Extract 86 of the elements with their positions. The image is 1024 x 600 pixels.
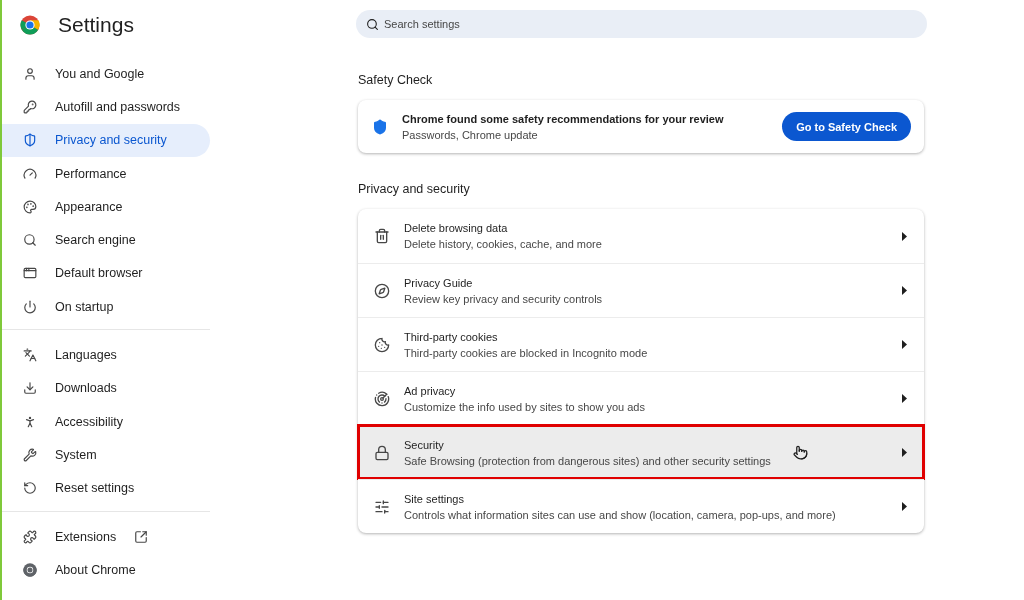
sidebar-label: Appearance: [55, 199, 123, 214]
settings-row[interactable]: Third-party cookies Third-party cookies are blocked in Incognito mode: [358, 317, 924, 371]
chrome-logo-icon: [23, 562, 37, 577]
caret-icon: [902, 340, 908, 349]
external-link-icon: [134, 529, 149, 544]
sidebar-item[interactable]: Performance: [2, 156, 210, 191]
sidebar-item[interactable]: Search engine: [2, 223, 210, 257]
caret-icon: [902, 448, 908, 457]
sidebar-label: Languages: [55, 348, 117, 362]
sidebar-item[interactable]: On startup: [2, 290, 210, 324]
caret-icon: [902, 286, 908, 295]
row-subtitle: Safe Browsing (protection from dangerous sites) and other security settings: [404, 454, 772, 467]
key-icon: [23, 99, 37, 114]
sidebar-item[interactable]: Accessibility: [2, 404, 210, 439]
row-title: Ad privacy: [404, 384, 457, 397]
sidebar-item[interactable]: Reset settings: [2, 471, 210, 505]
row-title: Privacy Guide: [404, 276, 474, 289]
sidebar-item[interactable]: Downloads: [2, 371, 210, 405]
row-subtitle: Delete history, cookies, cache, and more: [404, 238, 603, 250]
section-heading: Safety Check: [358, 73, 434, 87]
sidebar-label: Accessibility: [55, 414, 124, 429]
wrench-icon: [23, 447, 37, 462]
power-icon: [23, 299, 37, 314]
sliders-icon: [374, 498, 390, 515]
sidebar-item[interactable]: Default browser: [2, 256, 210, 291]
sidebar-label: Search engine: [55, 233, 136, 248]
sidebar-label: Extensions: [55, 529, 117, 544]
sidebar-item[interactable]: Extensions: [2, 519, 210, 554]
sidebar-label: System: [55, 447, 97, 462]
sidebar-label: On startup: [55, 299, 114, 314]
shield-icon: [23, 133, 37, 148]
section-heading: Privacy and security: [358, 182, 471, 196]
row-subtitle: Controls what information sites can use and show (location, camera, pop-ups, and more): [404, 508, 837, 521]
sidebar-label: You and Google: [55, 66, 145, 81]
sidebar-label: Performance: [55, 166, 127, 181]
safety-title: Chrome found some safety recommendations for your review: [402, 112, 725, 125]
palette-icon: [23, 199, 37, 214]
sidebar-item[interactable]: You and Google: [2, 57, 210, 91]
hand-cursor-icon: [793, 445, 808, 460]
translate-icon: [23, 348, 37, 362]
search-icon: [366, 17, 379, 31]
sidebar-label: About Chrome: [55, 562, 136, 577]
window-icon: [23, 266, 37, 281]
page-title: Settings: [58, 13, 134, 37]
row-title: Site settings: [404, 492, 465, 505]
gauge-icon: [23, 166, 37, 181]
sidebar-label: Autofill and passwords: [55, 99, 181, 114]
caret-icon: [902, 394, 908, 403]
person-icon: [23, 66, 37, 81]
search-field[interactable]: Search settings: [356, 10, 927, 38]
safety-check-button[interactable]: Go to Safety Check: [782, 112, 911, 141]
sidebar-label: Downloads: [55, 381, 117, 396]
caret-icon: [902, 231, 908, 241]
row-title: Delete browsing data: [404, 222, 509, 234]
row-title: Third-party cookies: [404, 330, 499, 343]
lock-icon: [374, 444, 390, 461]
sidebar-item[interactable]: Privacy and security: [2, 123, 210, 157]
settings-row[interactable]: Privacy Guide Review key privacy and security controls: [358, 263, 924, 317]
shield-icon: [372, 118, 388, 135]
settings-row[interactable]: Security Safe Browsing (protection from dangerous sites) and other security settings: [358, 425, 924, 479]
radar-icon: [374, 390, 390, 407]
settings-row[interactable]: Site settings Controls what information sites can use and show (location, camera, pop-ups, and more): [358, 479, 924, 533]
settings-row[interactable]: Delete browsing data Delete history, cookies, cache, and more: [358, 209, 924, 263]
row-title: Security: [404, 438, 445, 451]
sidebar-item[interactable]: About Chrome: [2, 553, 210, 587]
puzzle-icon: [23, 529, 37, 544]
cookie-icon: [374, 336, 390, 353]
chrome-logo-icon: [20, 15, 40, 35]
row-subtitle: Third-party cookies are blocked in Incognito mode: [404, 346, 649, 359]
search-icon: [23, 233, 37, 248]
sidebar-label: Default browser: [55, 266, 143, 281]
sidebar-item[interactable]: System: [2, 438, 210, 472]
compass-icon: [374, 282, 390, 299]
sidebar-label: Privacy and security: [55, 133, 167, 148]
trash-icon: [374, 228, 390, 244]
row-subtitle: Review key privacy and security controls: [404, 292, 604, 305]
sidebar-item[interactable]: Autofill and passwords: [2, 90, 210, 124]
sidebar-item[interactable]: Languages: [2, 338, 210, 372]
person-icon: [23, 414, 37, 429]
sidebar-item[interactable]: Appearance: [2, 190, 210, 224]
caret-icon: [902, 502, 908, 511]
download-icon: [23, 381, 37, 396]
reset-icon: [23, 481, 37, 496]
row-subtitle: Customize the info used by sites to show you ads: [404, 400, 646, 413]
safety-subtitle: Passwords, Chrome update: [402, 128, 539, 141]
sidebar-label: Reset settings: [55, 481, 135, 496]
